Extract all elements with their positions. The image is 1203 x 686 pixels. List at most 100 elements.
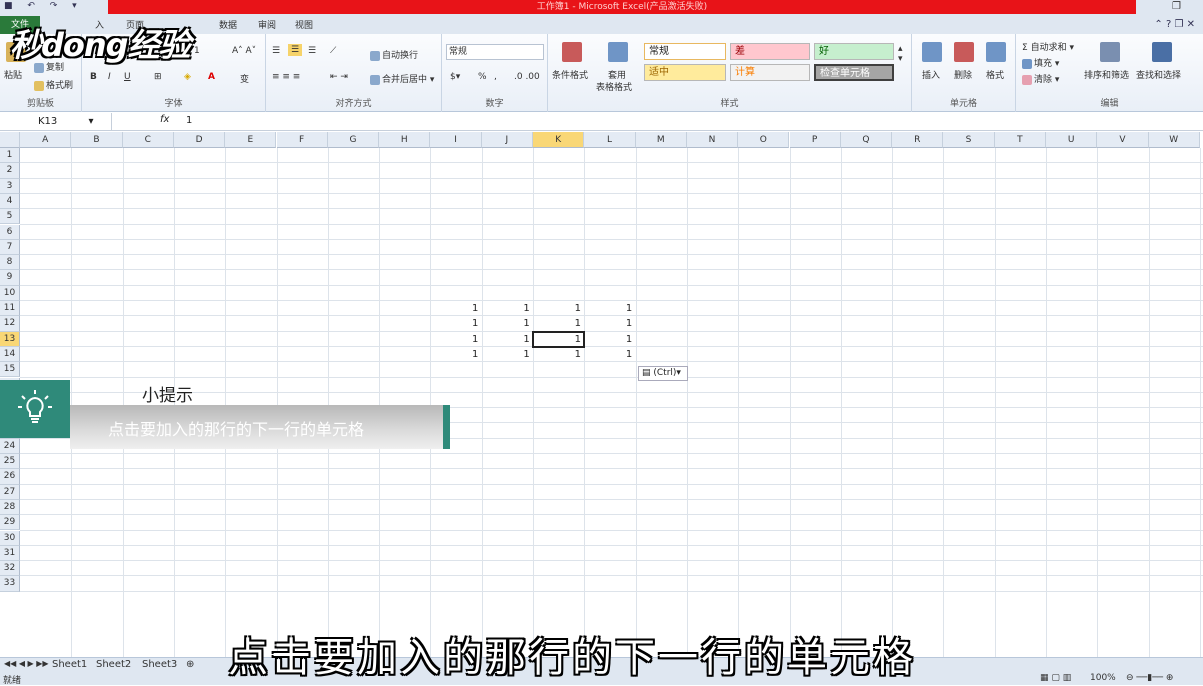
currency-icon[interactable]: $▾ bbox=[450, 72, 460, 82]
zoom-slider[interactable]: ⊖ ──▮── ⊕ bbox=[1126, 673, 1173, 683]
column-header-k[interactable]: K bbox=[533, 132, 585, 148]
align-middle-icon[interactable]: ☰ bbox=[288, 44, 303, 56]
row-header-26[interactable]: 26 bbox=[0, 469, 20, 485]
conditional-format-button[interactable]: 条件格式 bbox=[552, 68, 588, 81]
column-header-i[interactable]: I bbox=[430, 132, 482, 148]
column-header-a[interactable]: A bbox=[20, 132, 72, 148]
style-neutral[interactable]: 适中 bbox=[644, 64, 726, 81]
sheet-tab-3[interactable]: Sheet3 bbox=[142, 659, 177, 670]
comma-icon[interactable]: , bbox=[494, 72, 497, 82]
column-header-g[interactable]: G bbox=[327, 132, 380, 148]
column-header-h[interactable]: H bbox=[379, 132, 431, 148]
row-header-27[interactable]: 27 bbox=[0, 484, 20, 500]
row-header-1[interactable]: 1 bbox=[0, 148, 20, 164]
row-header-28[interactable]: 28 bbox=[0, 499, 20, 516]
column-header-c[interactable]: C bbox=[122, 132, 174, 148]
select-all-corner[interactable] bbox=[0, 132, 20, 148]
align-top-icon[interactable]: ☰ bbox=[272, 46, 280, 56]
format-painter-button[interactable]: 格式刷 bbox=[34, 78, 73, 91]
row-header-4[interactable]: 4 bbox=[0, 193, 20, 210]
column-header-b[interactable]: B bbox=[71, 132, 123, 148]
insert-cells-button[interactable]: 插入 bbox=[922, 68, 940, 81]
align-left-icon[interactable]: ≡ ≡ ≡ bbox=[272, 72, 300, 82]
active-cell-k13[interactable] bbox=[532, 330, 586, 348]
style-check[interactable]: 检查单元格 bbox=[814, 64, 894, 81]
styles-scroll-icon[interactable]: ▴ ▾ bbox=[898, 44, 903, 64]
row-header-25[interactable]: 25 bbox=[0, 454, 20, 470]
sort-filter-button[interactable]: 排序和筛选 bbox=[1084, 68, 1129, 81]
cell-i14[interactable]: 1 bbox=[430, 347, 481, 362]
help-icon[interactable]: ⌃ ? ❐ ✕ bbox=[1154, 19, 1195, 30]
column-header-l[interactable]: L bbox=[584, 132, 636, 148]
delete-cells-button[interactable]: 删除 bbox=[954, 68, 972, 81]
bold-button[interactable]: B bbox=[90, 72, 97, 82]
phonetic-icon[interactable]: 变 bbox=[240, 72, 249, 85]
column-header-v[interactable]: V bbox=[1097, 132, 1149, 148]
italic-button[interactable]: I bbox=[108, 72, 111, 82]
style-calc[interactable]: 计算 bbox=[730, 64, 810, 81]
row-header-8[interactable]: 8 bbox=[0, 255, 20, 271]
style-bad[interactable]: 差 bbox=[730, 43, 810, 60]
row-header-9[interactable]: 9 bbox=[0, 270, 20, 286]
row-header-5[interactable]: 5 bbox=[0, 209, 20, 225]
column-header-t[interactable]: T bbox=[994, 132, 1046, 148]
find-select-button[interactable]: 查找和选择 bbox=[1136, 68, 1181, 81]
cell-l13[interactable]: 1 bbox=[584, 332, 635, 347]
sheet-tab-2[interactable]: Sheet2 bbox=[96, 659, 131, 670]
cell-i12[interactable]: 1 bbox=[430, 316, 481, 331]
row-header-13[interactable]: 13 bbox=[0, 331, 20, 347]
row-header-7[interactable]: 7 bbox=[0, 239, 20, 256]
style-normal[interactable]: 常规 bbox=[644, 43, 726, 60]
row-header-32[interactable]: 32 bbox=[0, 561, 20, 577]
cell-j14[interactable]: 1 bbox=[482, 347, 533, 362]
column-header-d[interactable]: D bbox=[173, 132, 226, 148]
restore-icon[interactable]: ❐ bbox=[1172, 1, 1181, 12]
style-good[interactable]: 好 bbox=[814, 43, 894, 60]
row-header-14[interactable]: 14 bbox=[0, 346, 20, 363]
tab-data[interactable]: 数据 bbox=[219, 18, 237, 31]
tab-review[interactable]: 审阅 bbox=[258, 18, 276, 31]
row-header-15[interactable]: 15 bbox=[0, 362, 20, 378]
quick-access-toolbar[interactable]: ■ ↶ ↷ ▾ bbox=[4, 1, 83, 11]
row-header-12[interactable]: 12 bbox=[0, 316, 20, 332]
column-header-w[interactable]: W bbox=[1148, 132, 1200, 148]
row-header-24[interactable]: 24 bbox=[0, 438, 20, 454]
table-format-button-2[interactable]: 表格格式 bbox=[596, 80, 632, 93]
percent-button[interactable]: % bbox=[478, 72, 487, 82]
border-icon[interactable]: ⊞ bbox=[154, 72, 162, 82]
zoom-level[interactable]: 100% bbox=[1090, 673, 1116, 683]
clear-button[interactable]: 清除 ▾ bbox=[1022, 72, 1059, 85]
cell-l11[interactable]: 1 bbox=[584, 301, 635, 316]
cell-k14[interactable]: 1 bbox=[533, 347, 584, 362]
cell-l12[interactable]: 1 bbox=[584, 316, 635, 331]
sheet-nav-icon[interactable]: ◀◀ ◀ ▶ ▶▶ bbox=[4, 659, 49, 668]
row-header-11[interactable]: 11 bbox=[0, 301, 20, 317]
sheet-tab-1[interactable]: Sheet1 bbox=[52, 659, 87, 670]
cell-i13[interactable]: 1 bbox=[430, 332, 481, 347]
merge-center-button[interactable]: 合并后居中 ▾ bbox=[370, 72, 434, 85]
row-header-29[interactable]: 29 bbox=[0, 515, 20, 531]
new-sheet-icon[interactable]: ⊕ bbox=[186, 659, 194, 670]
autosum-button[interactable]: Σ 自动求和 ▾ bbox=[1022, 40, 1074, 53]
column-header-n[interactable]: N bbox=[686, 132, 739, 148]
cell-j12[interactable]: 1 bbox=[482, 316, 533, 331]
row-header-6[interactable]: 6 bbox=[0, 224, 20, 240]
row-header-31[interactable]: 31 bbox=[0, 545, 20, 562]
insert-function-icon[interactable]: fx bbox=[160, 114, 169, 125]
view-mode-icon[interactable]: ▦ ▢ ▥ bbox=[1040, 673, 1071, 683]
indent-icon[interactable]: ⇤ ⇥ bbox=[330, 72, 348, 82]
row-header-10[interactable]: 10 bbox=[0, 285, 20, 301]
column-header-m[interactable]: M bbox=[635, 132, 687, 148]
row-header-3[interactable]: 3 bbox=[0, 178, 20, 194]
cell-l14[interactable]: 1 bbox=[584, 347, 635, 362]
wrap-text-button[interactable]: 自动换行 bbox=[370, 48, 418, 61]
column-header-s[interactable]: S bbox=[943, 132, 995, 148]
fill-button[interactable]: 填充 ▾ bbox=[1022, 56, 1059, 69]
row-header-33[interactable]: 33 bbox=[0, 576, 20, 592]
font-size-select[interactable]: 1 bbox=[194, 46, 200, 56]
number-format-select[interactable]: 常规 bbox=[446, 44, 544, 60]
paste-options-button[interactable]: ▤ (Ctrl)▾ bbox=[638, 366, 688, 381]
paste-button[interactable]: 粘贴 bbox=[4, 68, 22, 81]
cell-k11[interactable]: 1 bbox=[533, 301, 584, 316]
formula-input[interactable]: 1 bbox=[186, 115, 192, 126]
